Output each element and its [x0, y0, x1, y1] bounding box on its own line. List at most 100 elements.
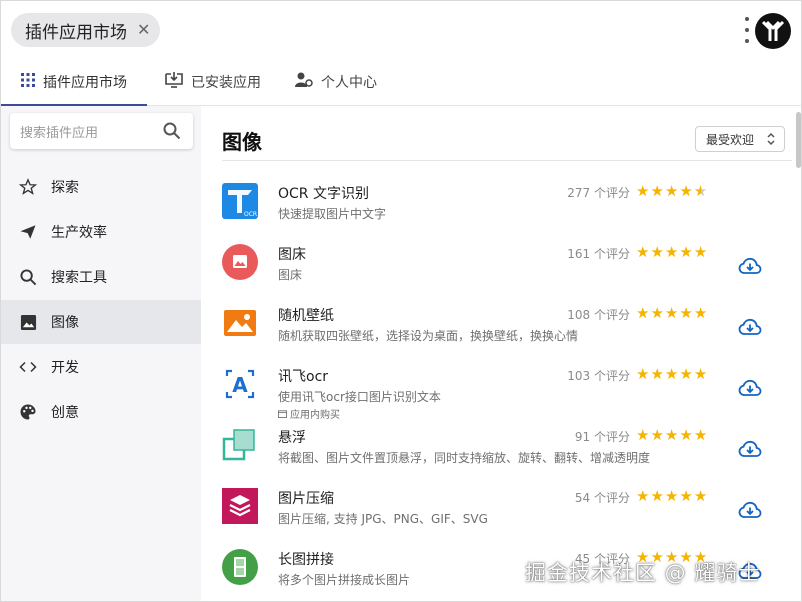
- store-icon: [278, 410, 287, 418]
- star-icon: ★: [650, 243, 664, 261]
- star-icon: ★: [693, 365, 708, 383]
- star-icon: ★: [650, 365, 664, 383]
- search-icon[interactable]: [163, 122, 181, 140]
- rating-stars: ★ ★ ★ ★ ★: [636, 487, 707, 505]
- chip-label: 插件应用市场: [25, 22, 127, 43]
- sidebar-item-label: 生产效率: [51, 225, 107, 241]
- sidebar-item-search-tools[interactable]: 搜索工具: [1, 255, 201, 299]
- app-name: 悬浮: [278, 430, 306, 446]
- compress-app-icon: [222, 488, 258, 524]
- cloud-download-icon[interactable]: [738, 254, 762, 278]
- star-icon: ★: [650, 487, 664, 505]
- tag-label: 应用内购买: [290, 410, 340, 421]
- cloud-download-icon[interactable]: [738, 315, 762, 339]
- sidebar-item-image[interactable]: 图像: [1, 300, 201, 344]
- cloud-download-icon[interactable]: [738, 437, 762, 461]
- rating-count: 103 个评分: [567, 369, 630, 383]
- long-image-app-icon: [222, 549, 258, 585]
- rating-count: 108 个评分: [567, 308, 630, 322]
- app-description: 将多个图片拼接成长图片: [278, 573, 411, 587]
- app-description: 使用讯飞ocr接口图片识别文本: [278, 390, 441, 404]
- app-description: 随机获取四张壁纸，选择设为桌面，换换壁纸，换换心情: [278, 329, 579, 343]
- ocr-app-icon: OCR: [222, 183, 258, 219]
- list-item[interactable]: 图片压缩 图片压缩, 支持 JPG、PNG、GIF、SVG 54 个评分 ★ ★ ★…: [202, 484, 792, 544]
- app-name: OCR 文字识别: [278, 186, 369, 202]
- sidebar-item-creative[interactable]: 创意: [1, 390, 201, 434]
- sidebar-item-label: 图像: [51, 315, 79, 331]
- sidebar-item-explore[interactable]: 探索: [1, 165, 201, 209]
- list-item[interactable]: 随机壁纸 随机获取四张壁纸，选择设为桌面，换换壁纸，换换心情 108 个评分 ★…: [202, 301, 792, 361]
- star-icon: ★: [636, 243, 650, 261]
- main-panel: 图像 最受欢迎 OCR OCR 文字识别 快速提取图片中文字 277 个评分 ★…: [202, 106, 801, 601]
- code-icon: [19, 358, 37, 376]
- star-icon: ★: [650, 182, 664, 200]
- rating-stars: ★ ★ ★ ★ ★: [636, 365, 707, 383]
- app-description: 图片压缩, 支持 JPG、PNG、GIF、SVG: [278, 512, 488, 526]
- sidebar-item-productivity[interactable]: 生产效率: [1, 210, 201, 254]
- app-logo-icon[interactable]: [755, 13, 791, 49]
- app-description: 将截图、图片文件置顶悬浮，同时支持缩放、旋转、翻转、增减透明度: [278, 451, 651, 465]
- send-icon: [19, 223, 37, 241]
- close-icon[interactable]: ✕: [137, 22, 150, 38]
- cloud-download-icon[interactable]: [738, 376, 762, 400]
- rating-count: 161 个评分: [567, 247, 630, 261]
- plugin-market-chip[interactable]: 插件应用市场 ✕: [11, 13, 161, 47]
- app-description: 快速提取图片中文字: [278, 207, 387, 221]
- star-icon: ★: [679, 182, 693, 200]
- star-icon: ★: [693, 243, 708, 261]
- rating-stars: ★ ★ ★ ★ ★: [636, 304, 707, 322]
- more-menu-icon[interactable]: [743, 17, 751, 43]
- list-item[interactable]: 悬浮 将截图、图片文件置顶悬浮，同时支持缩放、旋转、翻转、增减透明度 91 个评…: [202, 423, 792, 483]
- tab-bar: 插件应用市场 已安装应用 个人中心: [1, 59, 801, 106]
- sidebar-item-label: 搜索工具: [51, 270, 107, 286]
- watermark: 掘金技术社区 @ 耀骑士: [525, 561, 761, 585]
- list-item[interactable]: A 讯飞ocr 使用讯飞ocr接口图片识别文本 应用内购买 103 个评分 ★ ★…: [202, 362, 792, 422]
- rating-stars: ★ ★ ★ ★ ★: [636, 182, 707, 200]
- star-icon: ★: [636, 182, 650, 200]
- user-settings-icon: [295, 72, 313, 92]
- half-star-icon: ★: [693, 182, 708, 200]
- app-name: 讯飞ocr: [278, 369, 329, 385]
- tab-personal-center[interactable]: 个人中心: [295, 59, 377, 105]
- float-app-icon: [222, 429, 255, 461]
- rating-count: 91 个评分: [574, 430, 630, 444]
- xunfei-ocr-app-icon: A: [225, 369, 255, 399]
- star-icon: ★: [664, 365, 679, 383]
- sort-select[interactable]: 最受欢迎: [695, 126, 785, 152]
- rating-count: 277 个评分: [567, 186, 630, 200]
- list-item[interactable]: 图床 图床 161 个评分 ★ ★ ★ ★ ★: [202, 240, 792, 300]
- star-icon: ★: [636, 426, 650, 444]
- tab-label: 个人中心: [321, 75, 377, 91]
- app-name: 随机壁纸: [278, 308, 334, 324]
- star-icon: ★: [636, 365, 650, 383]
- sidebar-item-label: 创意: [51, 405, 79, 421]
- rating-stars: ★ ★ ★ ★ ★: [636, 426, 707, 444]
- in-app-purchase-tag: 应用内购买: [278, 406, 340, 421]
- app-window: 插件应用市场 ✕ 插件应用市场 已安装应用 个人中心 搜索插件应用 探索 生产效…: [0, 0, 802, 602]
- star-icon: ★: [679, 304, 693, 322]
- star-icon: ★: [650, 304, 664, 322]
- chevron-up-down-icon: [767, 132, 775, 146]
- divider: [222, 160, 792, 161]
- tab-installed[interactable]: 已安装应用: [165, 59, 261, 105]
- star-icon: ★: [693, 304, 708, 322]
- top-bar: 插件应用市场 ✕: [1, 1, 801, 59]
- wallpaper-app-icon: [224, 310, 256, 336]
- scrollbar[interactable]: [796, 112, 801, 168]
- tab-plugin-market[interactable]: 插件应用市场: [21, 59, 127, 105]
- star-icon: ★: [664, 487, 679, 505]
- app-name: 图床: [278, 247, 306, 263]
- svg-text:OCR: OCR: [244, 211, 257, 218]
- star-icon: ★: [679, 487, 693, 505]
- svg-text:A: A: [232, 373, 248, 397]
- star-icon: ★: [679, 243, 693, 261]
- cloud-download-icon[interactable]: [738, 498, 762, 522]
- star-icon: ★: [693, 426, 708, 444]
- star-outline-icon: [19, 178, 37, 196]
- list-item[interactable]: OCR OCR 文字识别 快速提取图片中文字 277 个评分 ★ ★ ★ ★ ★: [202, 179, 792, 239]
- search-input[interactable]: 搜索插件应用: [10, 113, 193, 149]
- star-icon: ★: [664, 182, 679, 200]
- sidebar-item-develop[interactable]: 开发: [1, 345, 201, 389]
- star-icon: ★: [679, 365, 693, 383]
- sidebar-item-label: 探索: [51, 180, 79, 196]
